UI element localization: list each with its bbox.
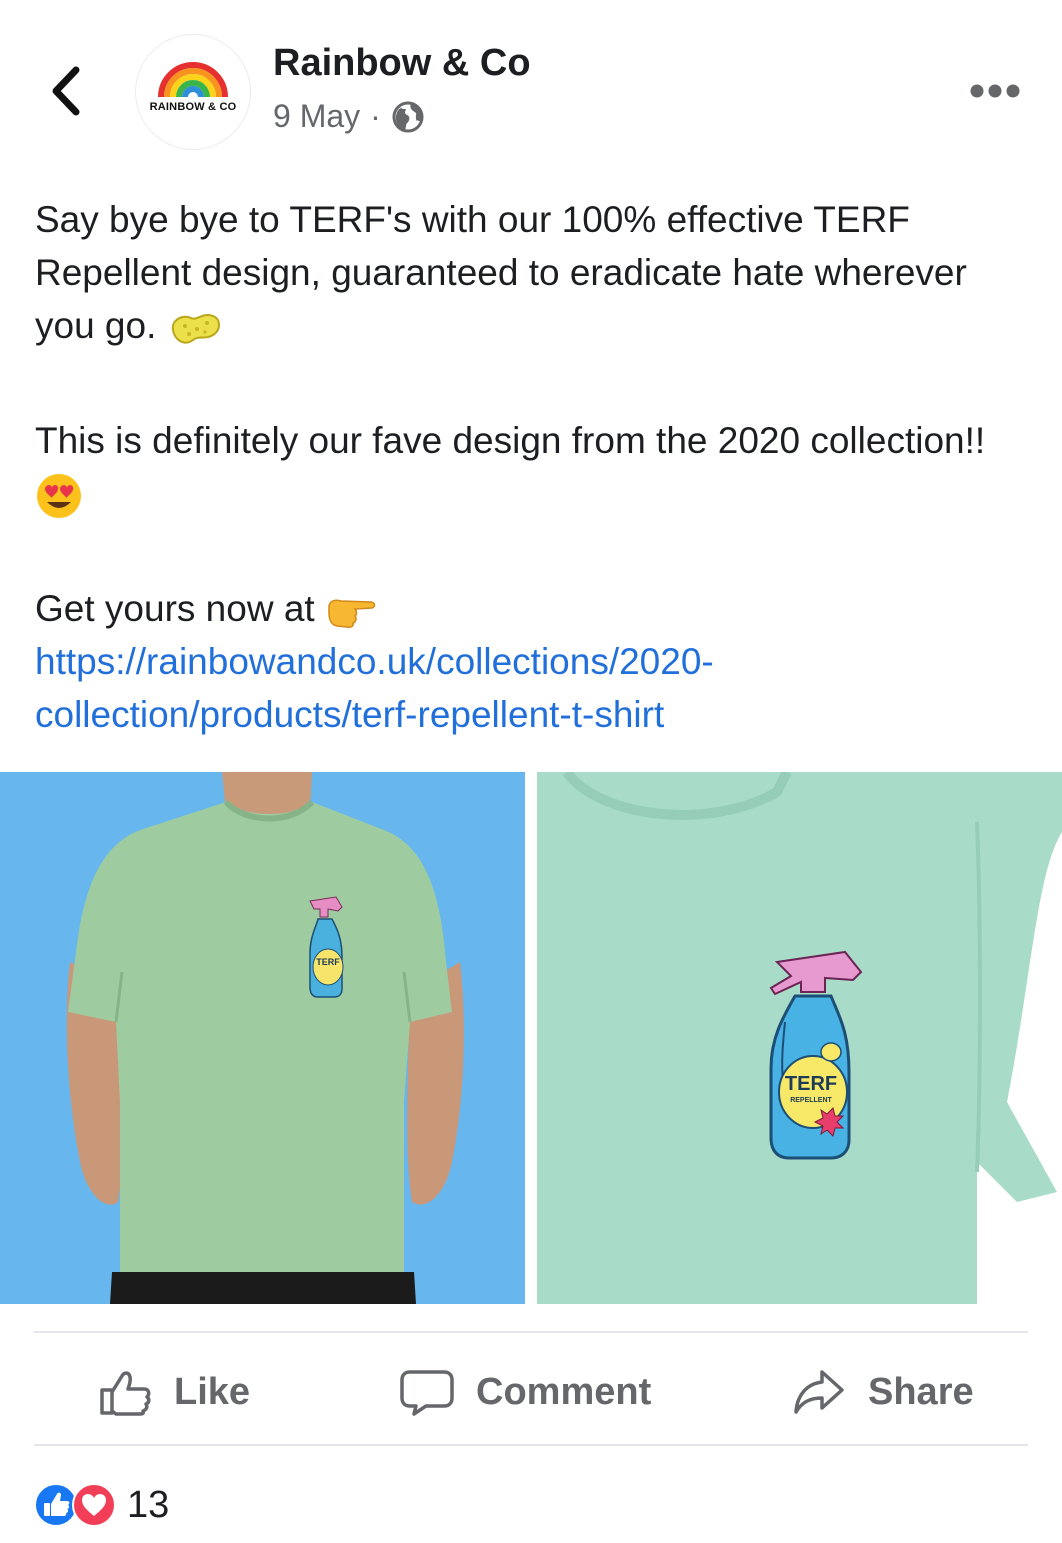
reaction-count: 13 [127, 1483, 170, 1526]
comment-button[interactable]: Comment [400, 1360, 651, 1424]
heart-eyes-emoji [37, 474, 81, 519]
product-photo-closeup[interactable]: TERF REPELLENT [537, 772, 1062, 1304]
product-link[interactable]: https://rainbowandco.uk/collections/2020… [35, 641, 714, 735]
right-bottle-sublabel: REPELLENT [790, 1097, 832, 1104]
comment-bubble-icon [400, 1370, 454, 1416]
love-reaction-icon [72, 1483, 116, 1527]
post-date[interactable]: 9 May [273, 98, 360, 135]
divider-top [34, 1331, 1028, 1333]
avatar-text: RAINBOW & CO [149, 101, 237, 113]
chevron-left-icon[interactable] [44, 62, 94, 120]
comment-label: Comment [476, 1370, 652, 1413]
page-name[interactable]: Rainbow & Co [273, 42, 531, 85]
post-header: RAINBOW & CO Rainbow & Co 9 May · [0, 0, 1062, 160]
right-bottle-label: TERF [785, 1073, 837, 1095]
sponge-emoji [171, 314, 220, 344]
share-label: Share [868, 1370, 974, 1413]
post-body: Say bye bye to TERF's with our 100% effe… [35, 193, 1035, 741]
post-paragraph-3: Get yours now at https://rainbowandco.uk… [35, 582, 1035, 741]
meta-separator: · [370, 98, 381, 134]
globe-icon [392, 101, 424, 132]
reactions-summary[interactable]: 13 [33, 1482, 169, 1528]
divider-bottom [34, 1444, 1028, 1446]
post-paragraph-2: This is definitely our fave design from … [35, 414, 1035, 520]
share-button[interactable]: Share [792, 1360, 974, 1424]
more-dots-icon[interactable] [968, 80, 1022, 102]
model-tshirt-image: TERF [0, 772, 525, 1304]
closeup-tshirt-image: TERF REPELLENT [537, 772, 1062, 1304]
post-paragraph-1: Say bye bye to TERF's with our 100% effe… [35, 193, 1035, 352]
left-bottle-label: TERF [316, 957, 340, 967]
like-button[interactable]: Like [98, 1360, 250, 1424]
thumbs-up-icon [100, 1371, 151, 1416]
avatar[interactable]: RAINBOW & CO [135, 34, 251, 150]
post-meta: 9 May · [273, 98, 425, 135]
product-photo-model[interactable]: TERF [0, 772, 525, 1304]
post-paragraph-3-text: Get yours now at [35, 588, 315, 630]
share-arrow-icon [794, 1370, 844, 1414]
pointing-right-emoji [328, 599, 376, 629]
post-paragraph-2-text: This is definitely our fave design from … [35, 420, 986, 461]
rainbow-logo-icon [158, 62, 228, 98]
like-label: Like [174, 1370, 251, 1413]
